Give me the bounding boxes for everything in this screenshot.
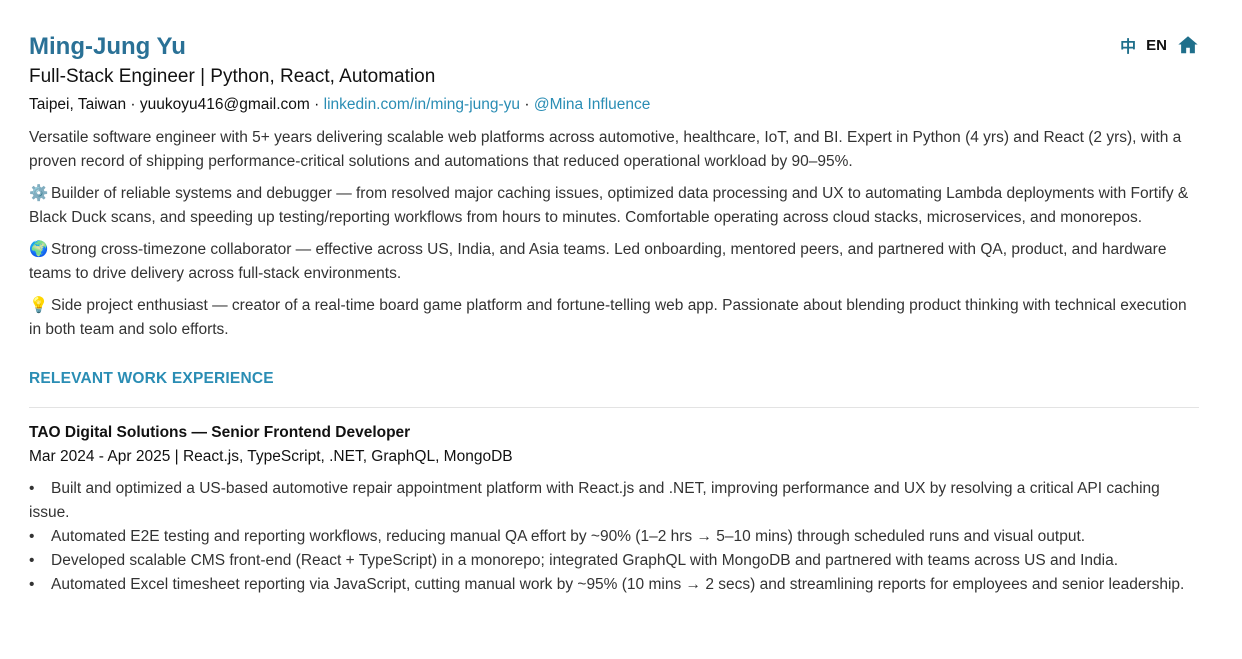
influence-link[interactable]: @Mina Influence	[534, 96, 651, 113]
gear-icon: ⚙️	[29, 185, 49, 202]
list-item: • Automated E2E testing and reporting wor…	[29, 525, 1199, 549]
candidate-name: Ming-Jung Yu	[29, 33, 186, 60]
globe-icon: 🌍	[29, 241, 49, 258]
job-meta: Mar 2024 - Apr 2025 | React.js, TypeScri…	[29, 448, 513, 465]
bullet-dot: •	[29, 480, 35, 497]
bullet-dot: •	[29, 576, 35, 593]
section-divider	[29, 407, 1199, 408]
candidate-title: Full-Stack Engineer | Python, React, Aut…	[29, 66, 436, 87]
list-item: • Automated Excel timesheet reporting via…	[29, 573, 1199, 597]
job-entry: TAO Digital Solutions — Senior Frontend …	[29, 422, 1199, 597]
lang-en-button[interactable]: EN	[1146, 37, 1167, 54]
summary-point-text: Strong cross-timezone collaborator — eff…	[29, 241, 1167, 282]
lang-zh-button[interactable]: 中	[1120, 33, 1136, 57]
summary-point-text: Side project enthusiast — creator of a r…	[29, 297, 1187, 338]
bullet-dot: •	[29, 528, 35, 545]
list-item: • Developed scalable CMS front-end (React…	[29, 549, 1199, 573]
summary-point: 🌍 Strong cross-timezone collaborator — ef…	[29, 238, 1199, 286]
bullet-text: Built and optimized a US-based automotiv…	[29, 480, 1160, 521]
bullet-text: Automated Excel timesheet reporting via …	[51, 576, 1185, 593]
location-text: Taipei, Taiwan	[29, 96, 127, 113]
summary-intro: Versatile software engineer with 5+ year…	[29, 129, 1182, 170]
separator: ·	[126, 96, 140, 113]
list-item: • Built and optimized a US-based automoti…	[29, 477, 1199, 525]
resume-page: 中 EN Ming-Jung Yu Full-Stack Engineer | …	[0, 0, 1242, 597]
job-bullets: • Built and optimized a US-based automoti…	[29, 477, 1199, 597]
summary-point: ⚙️ Builder of reliable systems and debugg…	[29, 182, 1199, 230]
summary-point: 💡 Side project enthusiast — creator of a …	[29, 294, 1199, 342]
separator: ·	[309, 96, 324, 113]
section-heading-experience: RELEVANT WORK EXPERIENCE	[29, 370, 274, 387]
separator: ·	[520, 96, 534, 113]
summary-point-text: Builder of reliable systems and debugger…	[29, 185, 1189, 226]
contact-line: Taipei, Taiwan · yuukoyu416@gmail.com · …	[29, 94, 1199, 116]
language-switcher: 中 EN	[1120, 33, 1199, 57]
email-text: yuukoyu416@gmail.com	[139, 96, 310, 113]
linkedin-link[interactable]: linkedin.com/in/ming-jung-yu	[324, 96, 520, 113]
bullet-dot: •	[29, 552, 35, 569]
bullet-text: Developed scalable CMS front-end (React …	[51, 552, 1119, 569]
job-title: TAO Digital Solutions — Senior Frontend …	[29, 424, 411, 441]
lightbulb-icon: 💡	[29, 297, 49, 314]
home-icon[interactable]	[1177, 34, 1199, 56]
bullet-text: Automated E2E testing and reporting work…	[51, 528, 1086, 545]
